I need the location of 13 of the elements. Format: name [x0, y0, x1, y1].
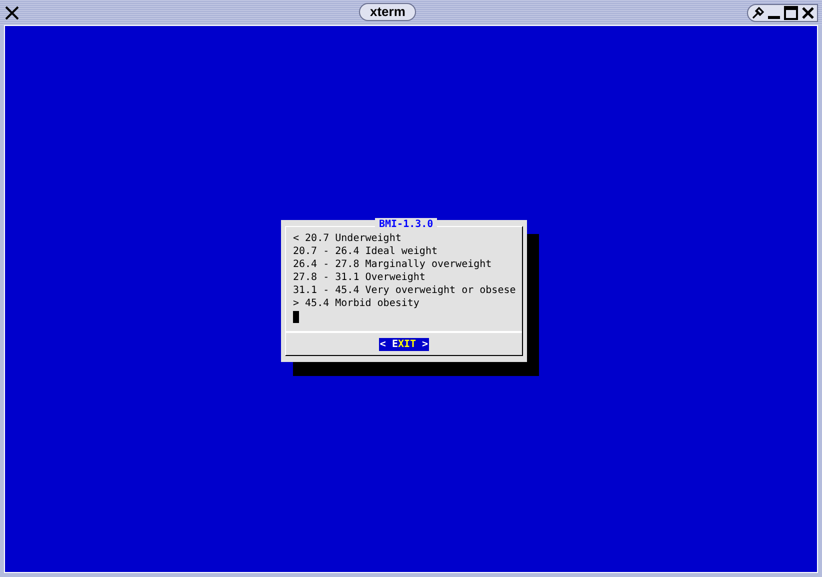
exit-button[interactable]: < EXIT >: [378, 338, 430, 350]
pin-icon[interactable]: [751, 6, 765, 20]
text-line: 20.7 - 26.4 Ideal weight: [293, 245, 438, 258]
text-cursor: [293, 311, 299, 323]
close-icon[interactable]: [800, 4, 816, 20]
text-line: 31.1 - 45.4 Very overweight or obsese: [293, 284, 517, 297]
text-line: > 45.4 Morbid obesity: [293, 297, 420, 310]
text-line: 26.4 - 27.8 Marginally overweight: [293, 258, 493, 271]
maximize-icon[interactable]: [783, 4, 799, 20]
text-line: 27.8 - 31.1 Overweight: [293, 271, 426, 284]
window-title: xterm: [359, 3, 416, 21]
text-line: < 20.7 Underweight: [293, 232, 402, 245]
x-logo-icon[interactable]: [4, 4, 20, 20]
